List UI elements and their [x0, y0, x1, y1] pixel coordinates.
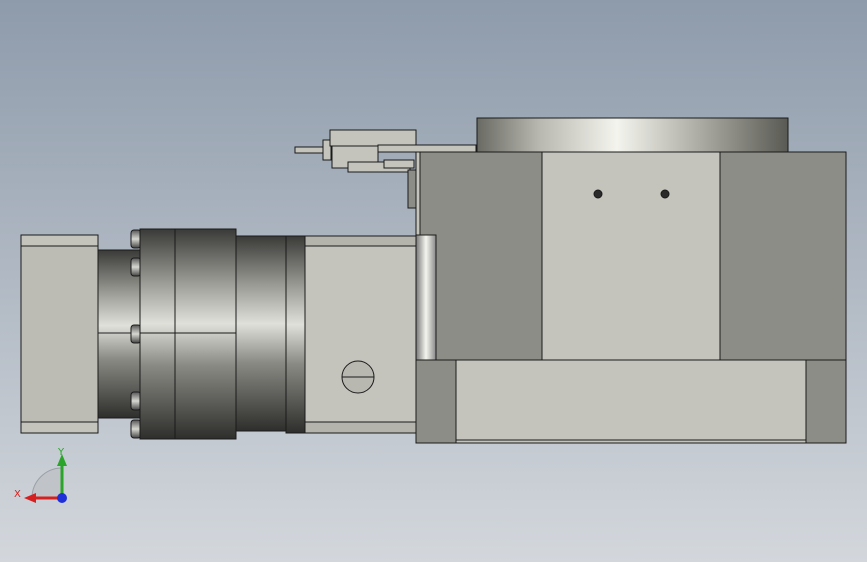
- rotary-table-base[interactable]: [415, 359, 847, 444]
- y-axis-label: Y: [57, 447, 65, 458]
- gearbox-housing[interactable]: [139, 228, 237, 440]
- turntable-disc[interactable]: [476, 117, 789, 153]
- mount-hole-right: [660, 189, 670, 199]
- motor-end-flange[interactable]: [20, 234, 99, 434]
- adapter-cylinder[interactable]: [235, 235, 287, 432]
- rotary-table-body[interactable]: [415, 151, 847, 361]
- cad-viewport[interactable]: X Y: [0, 0, 867, 562]
- x-axis-label: X: [14, 489, 21, 500]
- adapter-block[interactable]: [304, 235, 418, 434]
- mount-hole-left: [593, 189, 603, 199]
